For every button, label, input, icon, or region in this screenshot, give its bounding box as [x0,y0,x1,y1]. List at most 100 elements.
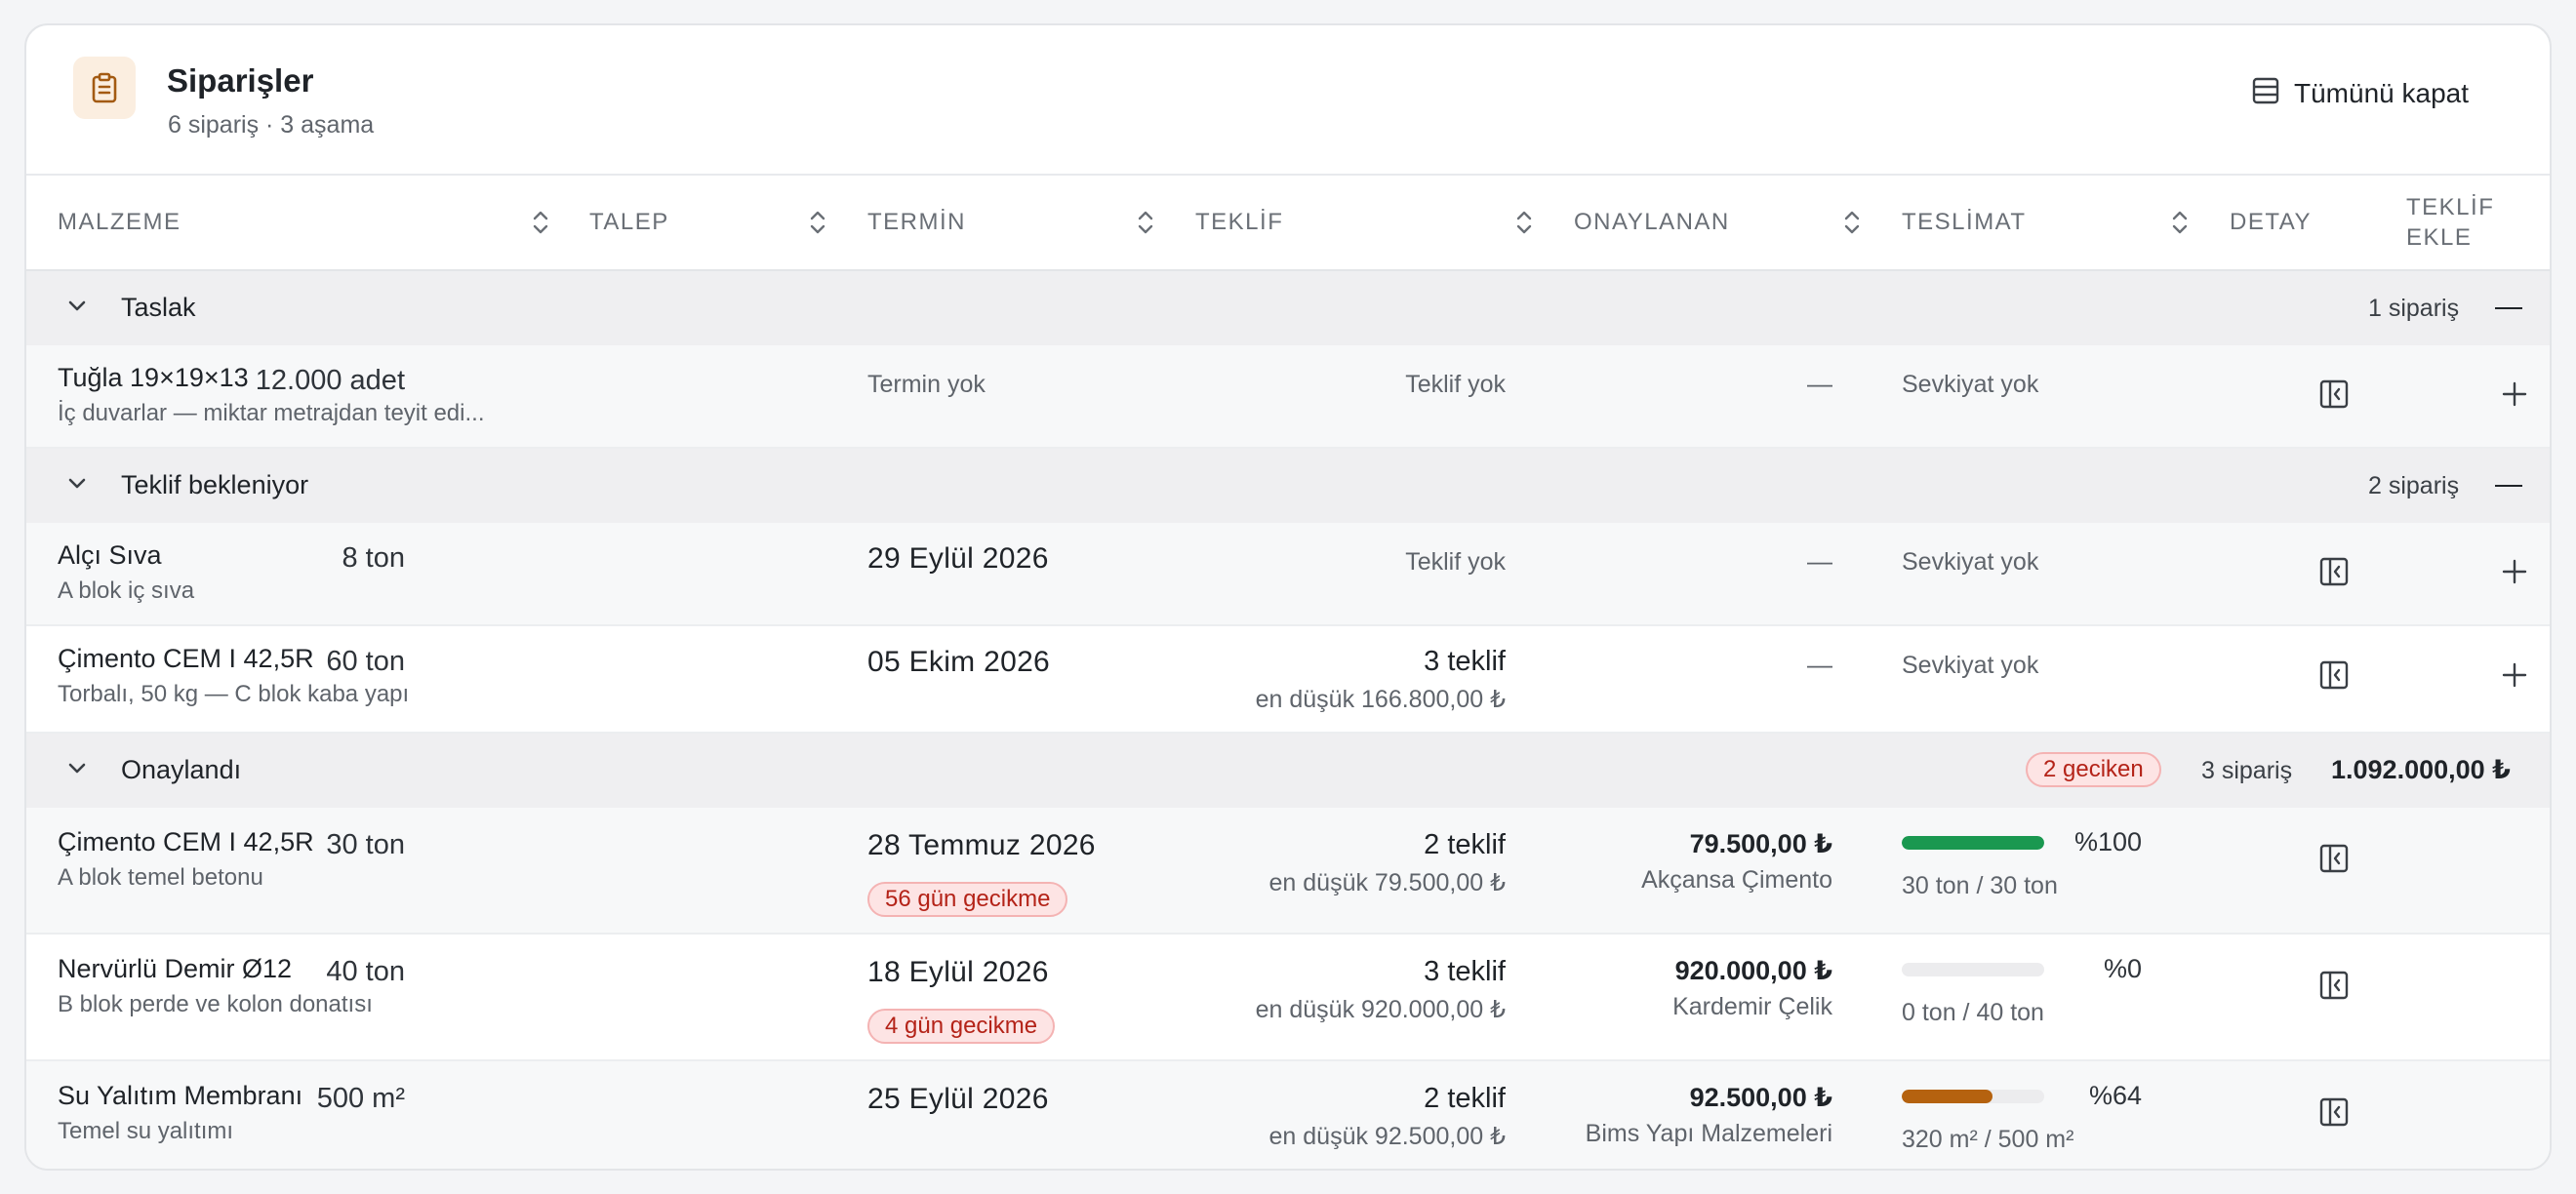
clipboard-icon [73,57,136,119]
offer-lowest: en düşük 166.800,00 ₺ [1255,686,1506,713]
termin-value: 28 Temmuz 2026 [867,829,1096,861]
sort-icon[interactable] [2169,208,2191,237]
offer-count: 3 teklif [1424,646,1506,677]
add-offer-icon[interactable] [2501,380,2528,408]
detail-panel-icon[interactable] [2318,1096,2350,1128]
progress-percent: %0 [2103,954,2142,983]
group-header-onaylandi[interactable]: Onaylandı 2 geciken 3 sipariş 1.092.000,… [26,734,2550,808]
termin-value: 25 Eylül 2026 [867,1083,1049,1115]
add-offer-icon[interactable] [2501,558,2528,585]
table-row[interactable]: Su Yalıtım Membranı Temel su yalıtımı 50… [26,1061,2550,1169]
offer-value: Teklif yok [1405,371,1506,398]
requested-qty: 12.000 adet [255,365,405,396]
delivery-progress-bar [1902,1090,2044,1103]
material-name: Nervürlü Demir Ø12 [58,954,293,983]
termin-value: 18 Eylül 2026 [867,956,1049,988]
group-count: 2 sipariş [2368,472,2460,499]
sort-icon[interactable] [1841,208,1863,237]
chevron-down-icon[interactable] [61,753,93,784]
offer-lowest: en düşük 92.500,00 ₺ [1268,1123,1506,1150]
chevron-down-icon[interactable] [61,468,93,499]
approved-price: 79.500,00 ₺ [1689,829,1832,858]
approved-supplier: Bims Yapı Malzemeleri [1585,1120,1832,1147]
offer-count: 2 teklif [1424,1083,1506,1114]
shipment-value: Sevkiyat yok [1902,548,2039,576]
chevron-down-icon[interactable] [61,291,93,322]
approved-supplier: Kardemir Çelik [1672,993,1832,1020]
progress-fill [1902,1090,1993,1103]
group-name: Onaylandı [121,755,242,784]
material-note: Torbalı, 50 kg — C blok kaba yapı [58,681,410,707]
progress-percent: %100 [2073,827,2142,856]
detail-panel-icon[interactable] [2318,970,2350,1001]
offer-lowest: en düşük 920.000,00 ₺ [1255,996,1506,1023]
termin-value: 05 Ekim 2026 [867,646,1051,678]
page-title: Siparişler [167,62,314,99]
sort-icon[interactable] [807,208,828,237]
table-row[interactable]: Çimento CEM I 42,5R A blok temel betonu … [26,808,2550,935]
detail-panel-icon[interactable] [2318,378,2350,410]
page-subtitle: 6 sipariş · 3 aşama [168,111,375,139]
approved-price: 920.000,00 ₺ [1674,956,1832,985]
table-row[interactable]: Tuğla 19×19×13 İç duvarlar — miktar metr… [26,345,2550,449]
col-onaylanan[interactable]: ONAYLANAN [1574,176,1730,269]
delivery-progress-bar [1902,836,2044,850]
table-row[interactable]: Alçı Sıva A blok iç sıva 8 ton 29 Eylül … [26,523,2550,626]
delay-badge: 4 gün gecikme [867,1009,1056,1044]
col-malzeme[interactable]: MALZEME [58,176,181,269]
material-name: Su Yalıtım Membranı [58,1081,303,1110]
detail-panel-icon[interactable] [2318,556,2350,587]
shipment-value: Sevkiyat yok [1902,652,2039,679]
offer-lowest: en düşük 79.500,00 ₺ [1268,869,1506,896]
col-termin[interactable]: TERMİN [867,176,966,269]
collapse-all-label: Tümünü kapat [2294,78,2469,108]
requested-qty: 40 ton [326,956,405,987]
delay-badge: 56 gün gecikme [867,882,1068,917]
group-total: 1.092.000,00 ₺ [2331,755,2511,784]
collapse-all-button[interactable]: Tümünü kapat [2251,72,2469,115]
minus-icon[interactable] [2495,485,2522,487]
material-note: A blok temel betonu [58,864,263,891]
col-teslimat[interactable]: TESLİMAT [1902,176,2027,269]
table-row[interactable]: Nervürlü Demir Ø12 B blok perde ve kolon… [26,935,2550,1061]
group-header-taslak[interactable]: Taslak 1 sipariş [26,271,2550,345]
group-name: Taslak [121,293,196,322]
group-count: 1 sipariş [2368,295,2460,322]
material-name: Alçı Sıva [58,540,162,570]
requested-qty: 8 ton [342,542,406,574]
minus-icon[interactable] [2495,307,2522,309]
detail-panel-icon[interactable] [2318,659,2350,691]
requested-qty: 30 ton [326,829,405,860]
requested-qty: 500 m² [316,1083,405,1114]
delivery-progress-bar [1902,963,2044,976]
col-teklif-ekle: TEKLİF EKLE [2406,194,2495,251]
add-offer-icon[interactable] [2501,661,2528,689]
shipment-value: Sevkiyat yok [1902,371,2039,398]
sort-icon[interactable] [530,208,551,237]
material-note: B blok perde ve kolon donatısı [58,991,373,1017]
col-talep[interactable]: TALEP [589,176,669,269]
progress-fill [1902,836,2044,850]
termin-value: 29 Eylül 2026 [867,542,1049,575]
detail-panel-icon[interactable] [2318,843,2350,874]
progress-quantity: 30 ton / 30 ton [1902,872,2058,899]
table-header: MALZEME TALEP TERMİN TEKLİF ONAYLANAN TE… [26,176,2550,271]
progress-quantity: 0 ton / 40 ton [1902,999,2044,1026]
progress-percent: %64 [2088,1081,2142,1110]
delayed-badge: 2 geciken [2026,752,2161,787]
approved-supplier: Akçansa Çimento [1641,866,1832,894]
material-name: Çimento CEM I 42,5R [58,644,314,673]
col-detay: DETAY [2230,209,2312,235]
approved-value: — [1807,650,1832,679]
material-note: İç duvarlar — miktar metrajdan teyit edi… [58,400,485,426]
table-row[interactable]: Çimento CEM I 42,5R Torbalı, 50 kg — C b… [26,626,2550,734]
col-teklif[interactable]: TEKLİF [1195,176,1283,269]
material-note: Temel su yalıtımı [58,1118,234,1144]
orders-card: Siparişler 6 sipariş · 3 aşama Tümünü ka… [24,23,2552,1171]
group-name: Teklif bekleniyor [121,470,309,499]
sort-icon[interactable] [1513,208,1535,237]
sort-icon[interactable] [1135,208,1156,237]
progress-quantity: 320 m² / 500 m² [1902,1126,2074,1153]
group-header-teklif-bekleniyor[interactable]: Teklif bekleniyor 2 sipariş [26,449,2550,523]
termin-value: Termin yok [867,371,986,398]
